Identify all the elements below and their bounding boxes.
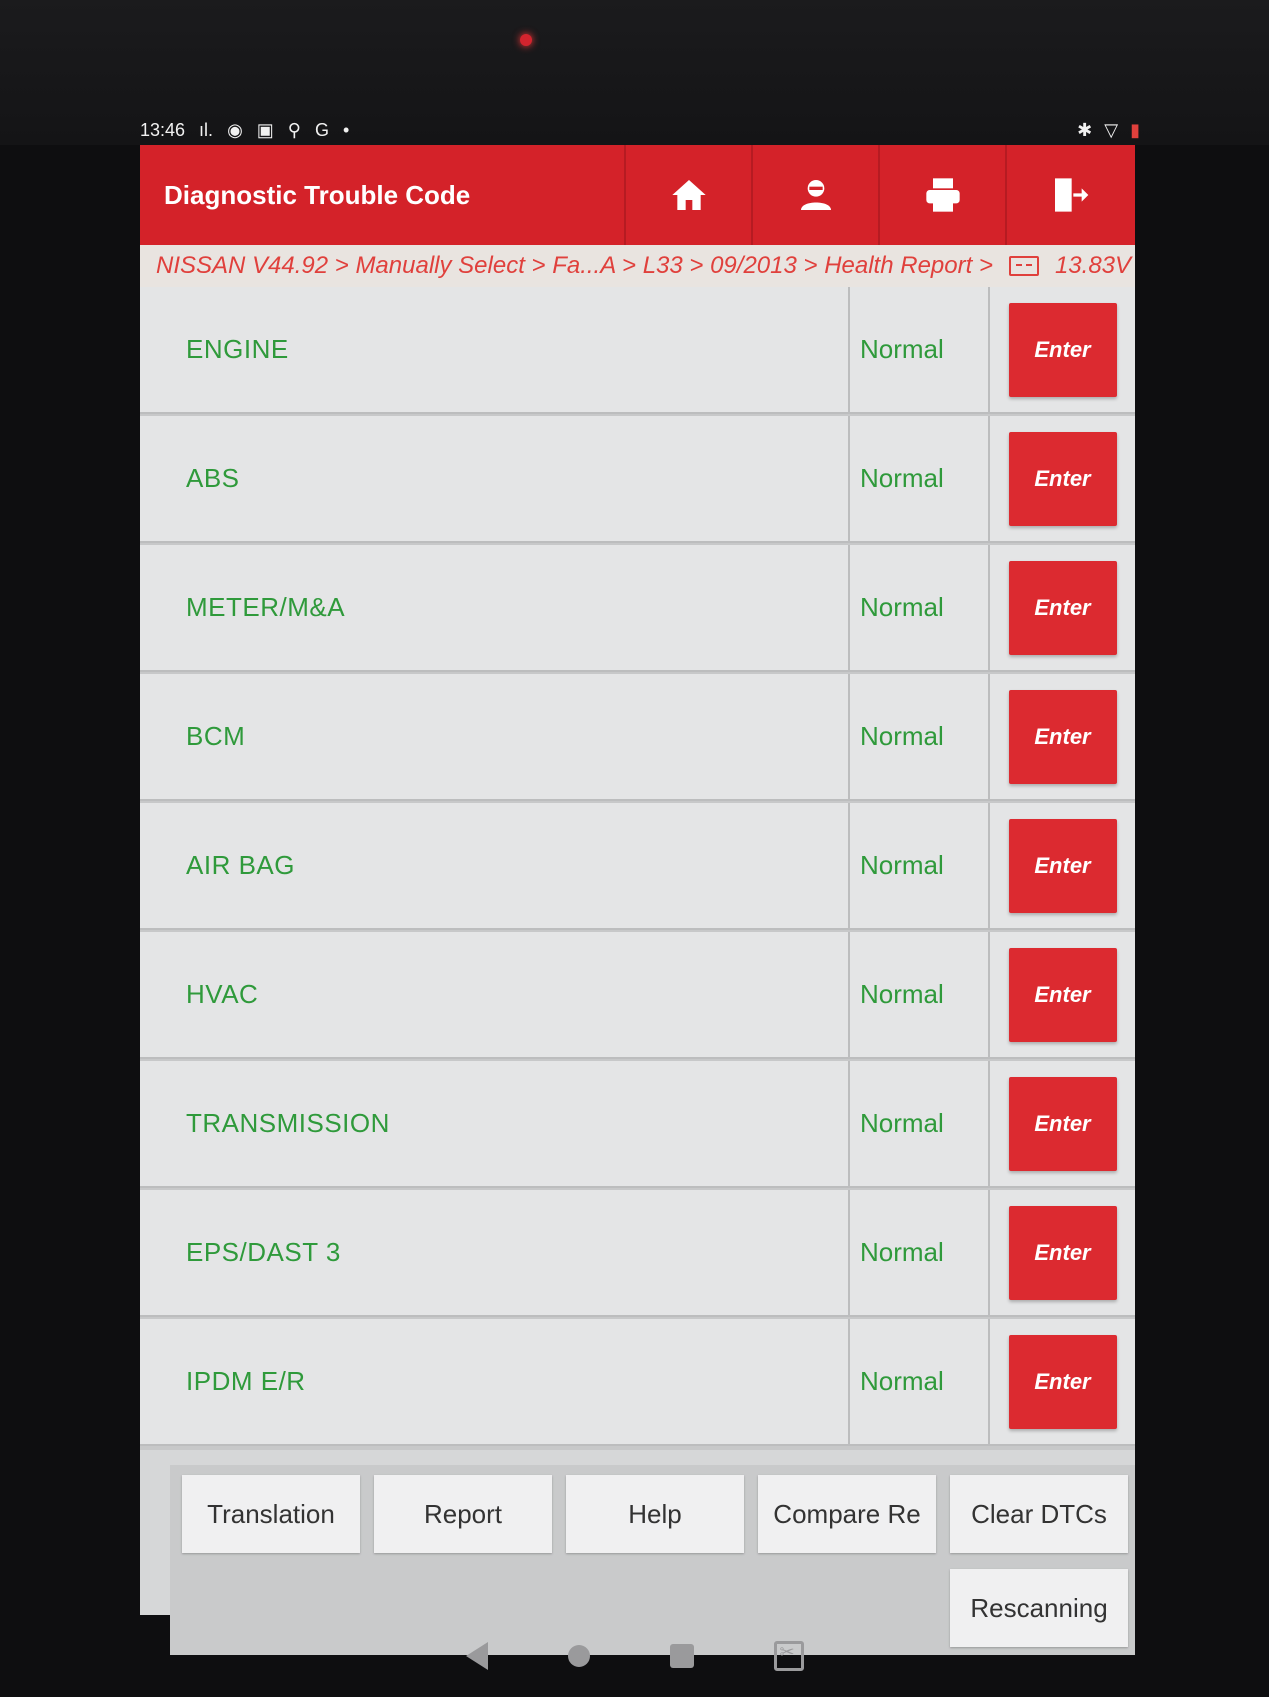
system-name: IPDM E/R	[140, 1319, 850, 1446]
system-name: HVAC	[140, 932, 850, 1059]
table-row[interactable]: AIR BAG Normal Enter	[140, 803, 1135, 930]
enter-button[interactable]: Enter	[1008, 1076, 1117, 1171]
table-row[interactable]: BCM Normal Enter	[140, 674, 1135, 801]
action-cell: Enter	[990, 674, 1135, 801]
status-bar: 13:46 ıl. ◉ ▣ ⚲ G • ✱ ▽ ▮	[140, 112, 1140, 148]
system-name: ABS	[140, 416, 850, 543]
system-name: METER/M&A	[140, 545, 850, 672]
clock: 13:46	[140, 119, 186, 140]
action-cell: Enter	[990, 1319, 1135, 1446]
help-button[interactable]: Help	[566, 1475, 744, 1553]
enter-button[interactable]: Enter	[1008, 560, 1117, 655]
action-cell: Enter	[990, 803, 1135, 930]
print-icon	[925, 178, 960, 212]
table-row[interactable]: HVAC Normal Enter	[140, 932, 1135, 1059]
app-screen: Diagnostic Trouble Code NISSAN V44.92 > …	[140, 145, 1135, 1655]
action-cell: Enter	[990, 932, 1135, 1059]
compare-report-button[interactable]: Compare Re	[758, 1475, 936, 1553]
system-name: BCM	[140, 674, 850, 801]
system-name: TRANSMISSION	[140, 1061, 850, 1188]
signal-text: ıl.	[199, 119, 214, 140]
translation-button[interactable]: Translation	[182, 1475, 360, 1553]
home-button[interactable]	[624, 145, 751, 245]
status-left: 13:46 ıl. ◉ ▣ ⚲ G •	[140, 120, 349, 141]
table-row[interactable]: EPS/DAST 3 Normal Enter	[140, 1190, 1135, 1317]
google-icon: G	[314, 120, 329, 140]
action-cell: Enter	[990, 416, 1135, 543]
facebook-icon: ▣	[256, 120, 274, 140]
messenger-icon: ◉	[227, 120, 243, 140]
table-row[interactable]: ABS Normal Enter	[140, 416, 1135, 543]
dot-icon: •	[343, 120, 350, 140]
bluetooth-icon: ✱	[1077, 120, 1093, 140]
exit-button[interactable]	[1005, 145, 1132, 245]
enter-button[interactable]: Enter	[1008, 1205, 1117, 1300]
table-row[interactable]: IPDM E/R Normal Enter	[140, 1319, 1135, 1446]
user-icon	[800, 180, 831, 210]
wifi-icon: ▽	[1104, 120, 1119, 140]
system-list[interactable]: ENGINE Normal Enter ABS Normal Enter MET…	[140, 287, 1135, 1450]
indicator-light	[520, 34, 532, 46]
recent-apps-icon[interactable]	[669, 1644, 694, 1668]
battery-voltage: 13.83V	[1054, 252, 1132, 279]
breadcrumb-path: NISSAN V44.92 > Manually Select > Fa...A…	[156, 252, 993, 279]
action-cell: Enter	[990, 287, 1135, 414]
app-header: Diagnostic Trouble Code	[140, 145, 1135, 245]
enter-button[interactable]: Enter	[1008, 818, 1117, 913]
battery-icon: ▮	[1130, 120, 1140, 140]
action-cell: Enter	[990, 1061, 1135, 1188]
system-status: Normal	[850, 416, 990, 543]
home-nav-icon[interactable]	[567, 1645, 590, 1667]
exit-icon	[1054, 178, 1088, 212]
report-button[interactable]: Report	[374, 1475, 552, 1553]
system-name: EPS/DAST 3	[140, 1190, 850, 1317]
system-status: Normal	[850, 932, 990, 1059]
system-status: Normal	[850, 545, 990, 672]
system-status: Normal	[850, 287, 990, 414]
breadcrumb: NISSAN V44.92 > Manually Select > Fa...A…	[140, 245, 1135, 287]
page-title: Diagnostic Trouble Code	[164, 179, 471, 210]
battery-voltage-icon	[1008, 256, 1039, 276]
print-button[interactable]	[878, 145, 1005, 245]
system-status: Normal	[850, 1190, 990, 1317]
user-button[interactable]	[751, 145, 878, 245]
system-status: Normal	[850, 1061, 990, 1188]
status-right: ✱ ▽ ▮	[1077, 121, 1140, 139]
system-name: ENGINE	[140, 287, 850, 414]
system-name: AIR BAG	[140, 803, 850, 930]
system-status: Normal	[850, 674, 990, 801]
android-nav-bar	[0, 1615, 1269, 1697]
clear-dtcs-button[interactable]: Clear DTCs	[950, 1475, 1128, 1553]
enter-button[interactable]: Enter	[1008, 1334, 1117, 1429]
screenshot-icon[interactable]	[773, 1641, 804, 1671]
action-cell: Enter	[990, 545, 1135, 672]
usb-debug-icon: ⚲	[287, 120, 301, 140]
enter-button[interactable]: Enter	[1008, 302, 1117, 397]
table-row[interactable]: TRANSMISSION Normal Enter	[140, 1061, 1135, 1188]
enter-button[interactable]: Enter	[1008, 947, 1117, 1042]
action-cell: Enter	[990, 1190, 1135, 1317]
enter-button[interactable]: Enter	[1008, 689, 1117, 784]
system-status: Normal	[850, 803, 990, 930]
table-row[interactable]: METER/M&A Normal Enter	[140, 545, 1135, 672]
enter-button[interactable]: Enter	[1008, 431, 1117, 526]
system-status: Normal	[850, 1319, 990, 1446]
home-icon	[671, 180, 706, 210]
table-row[interactable]: ENGINE Normal Enter	[140, 287, 1135, 414]
back-icon[interactable]	[465, 1642, 488, 1670]
